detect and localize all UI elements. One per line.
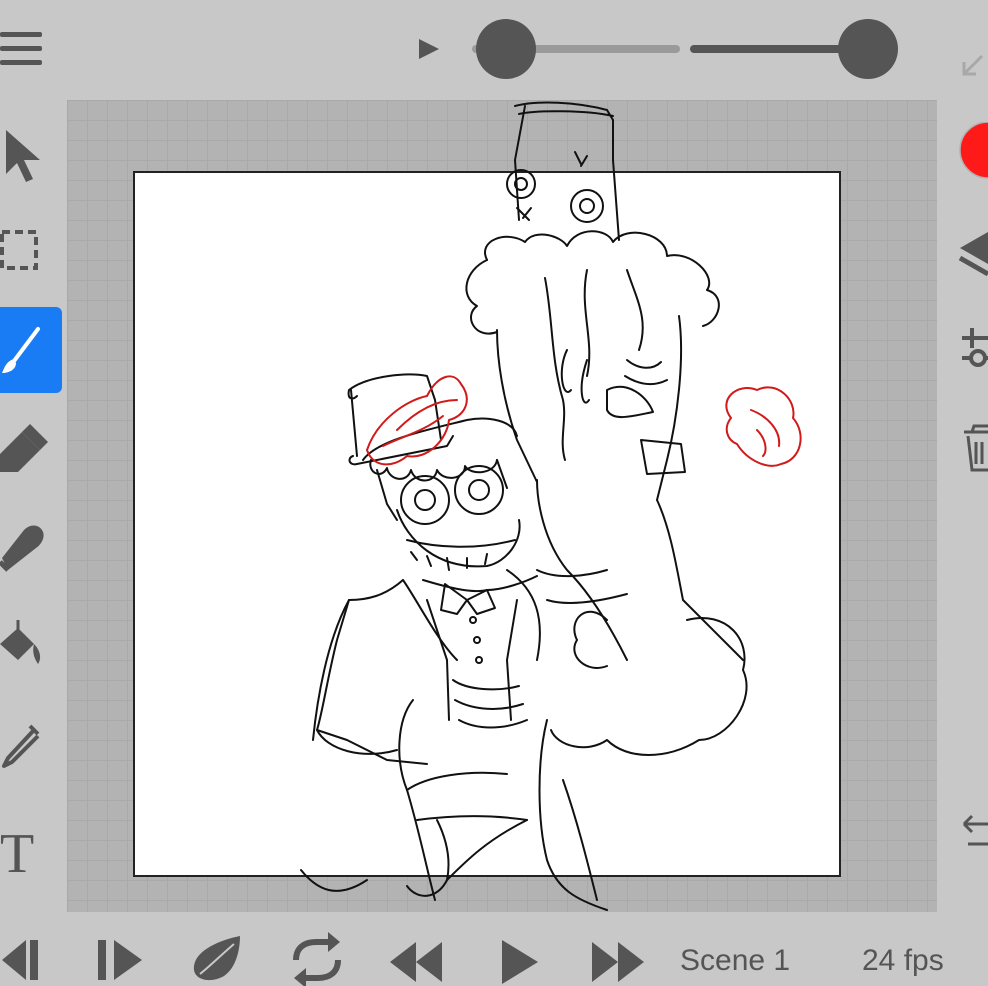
eyedropper-icon — [2, 724, 40, 768]
play-icon — [419, 39, 439, 59]
play-button[interactable] — [498, 930, 542, 986]
opacity-slider[interactable] — [470, 18, 682, 80]
previous-frame-icon — [2, 940, 38, 980]
next-frame-button[interactable] — [96, 930, 146, 986]
rewind-icon — [390, 942, 442, 982]
pointer-icon — [6, 130, 40, 182]
fps-label[interactable]: 24 fps — [862, 944, 944, 978]
settings-button[interactable] — [962, 324, 988, 374]
layers-icon — [958, 232, 988, 277]
previous-frame-button[interactable] — [0, 930, 40, 986]
play-icon — [502, 940, 538, 984]
swap-arrows-icon — [962, 814, 988, 846]
smudge-icon — [0, 525, 44, 572]
delete-button[interactable] — [962, 420, 988, 476]
opacity-slider-knob[interactable] — [476, 19, 536, 79]
color-swatch-circle — [959, 122, 988, 179]
onion-skin-icon — [193, 936, 240, 981]
arrow-down-left-icon — [962, 54, 984, 76]
menu-button[interactable] — [0, 28, 44, 70]
swap-button[interactable] — [960, 810, 988, 856]
collapse-button[interactable] — [958, 52, 988, 82]
tool-text[interactable]: T — [0, 806, 62, 892]
onion-skin-button[interactable] — [190, 930, 246, 986]
canvas-workspace[interactable] — [67, 100, 937, 912]
paint-bucket-icon — [0, 620, 41, 664]
settings-sliders-icon — [962, 328, 988, 367]
current-color-swatch[interactable] — [956, 122, 988, 182]
rewind-button[interactable] — [388, 930, 446, 986]
play-preview-button[interactable] — [416, 36, 442, 62]
loop-icon — [293, 932, 341, 986]
tool-fill[interactable] — [0, 598, 62, 684]
tool-marquee[interactable] — [0, 206, 62, 292]
text-tool-label: T — [0, 823, 34, 885]
text-icon: T — [0, 823, 34, 885]
brush-icon — [2, 327, 40, 373]
tool-eraser[interactable] — [0, 404, 62, 490]
loop-button[interactable] — [288, 930, 346, 986]
tool-brush[interactable] — [0, 307, 62, 393]
sketch-drawing — [300, 101, 802, 911]
scene-label[interactable]: Scene 1 — [680, 944, 790, 978]
fast-forward-icon — [592, 942, 644, 982]
brush-size-slider-knob[interactable] — [838, 19, 898, 79]
fast-forward-button[interactable] — [588, 930, 646, 986]
hamburger-icon — [0, 32, 42, 65]
brush-size-slider[interactable] — [688, 18, 902, 80]
eraser-icon — [0, 424, 48, 472]
trash-icon — [964, 424, 988, 472]
next-frame-icon — [98, 940, 142, 980]
tool-smudge[interactable] — [0, 500, 62, 586]
tool-eyedropper[interactable] — [0, 700, 62, 786]
layers-button[interactable] — [958, 222, 988, 282]
marquee-icon — [0, 230, 38, 270]
tool-select[interactable] — [0, 110, 62, 196]
